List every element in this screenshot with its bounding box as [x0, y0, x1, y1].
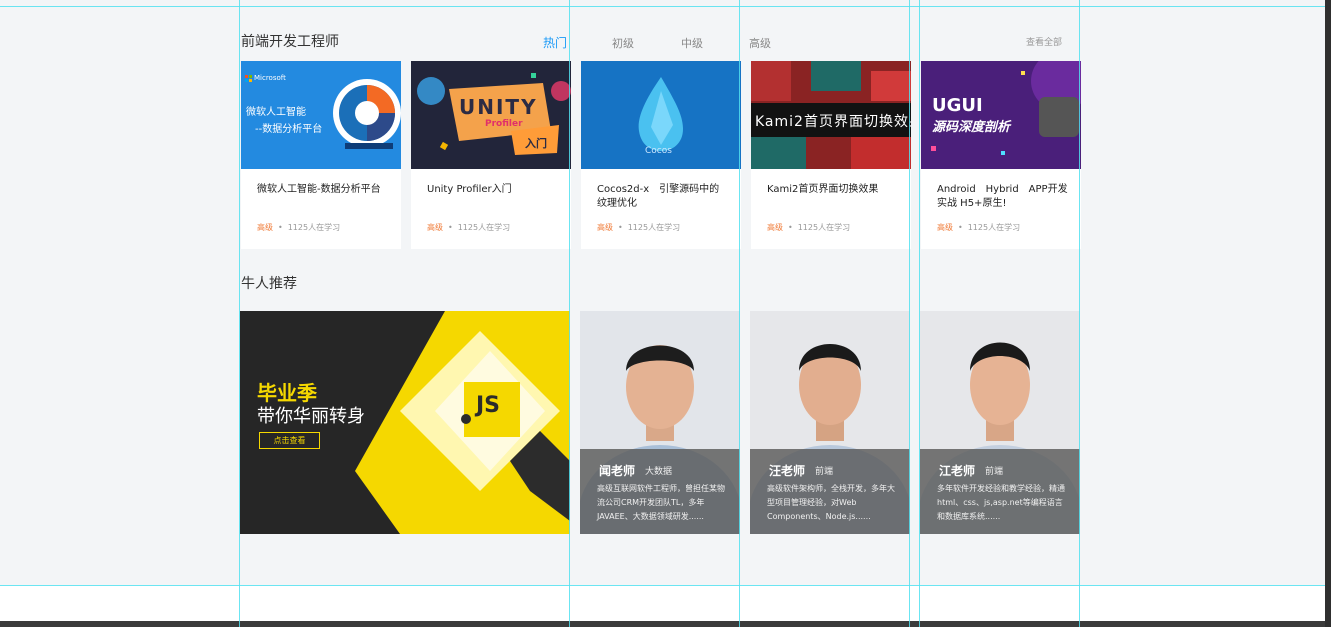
thumb-text: Cocos	[645, 146, 672, 156]
thumb-line2: 源码深度剖析	[932, 120, 1011, 135]
guide-line	[239, 0, 240, 627]
teacher-desc: 多年软件开发经验和教学经验，精通html、css、js,asp.net等编程语言…	[937, 484, 1065, 521]
teacher-tag: 前端	[815, 467, 834, 477]
course-card[interactable]: Cocos Cocos2d-x 引擎源码中的纹理优化 高级 • 1125人在学习	[581, 61, 741, 249]
teacher-desc: 高级软件架构师，全栈开发，多年大型项目管理经验，对Web Components、…	[767, 484, 895, 521]
guide-line	[909, 0, 910, 627]
course-thumbnail[interactable]: Cocos	[581, 61, 741, 169]
course-card[interactable]: Kami2首页界面切换效果 Kami2首页界面切换效果 高级 • 1125人在学习	[751, 61, 911, 249]
course-students: 1125人在学习	[627, 223, 681, 232]
filter-hot[interactable]: 热门	[543, 34, 567, 51]
course-level: 高级	[767, 223, 783, 232]
teacher-card[interactable]: 汪老师 前端 高级软件架构师，全栈开发，多年大型项目管理经验，对Web Comp…	[750, 311, 910, 534]
teacher-card[interactable]: 江老师 前端 多年软件开发经验和教学经验，精通html、css、js,asp.n…	[920, 311, 1080, 534]
teacher-name: 汪老师	[769, 464, 806, 478]
guide-line	[1079, 0, 1080, 627]
course-thumbnail[interactable]: Kami2首页界面切换效果	[751, 61, 911, 169]
section-title-recommend: 牛人推荐	[241, 276, 297, 292]
guide-line	[919, 0, 920, 627]
course-card[interactable]: UGUI 源码深度剖析 Android Hybrid APP开发实战 H5+原生…	[921, 61, 1081, 249]
teacher-info: 汪老师 前端 高级软件架构师，全栈开发，多年大型项目管理经验，对Web Comp…	[750, 449, 910, 534]
course-title[interactable]: 微软人工智能-数据分析平台	[257, 183, 389, 197]
window-edge	[1325, 0, 1331, 627]
teacher-card[interactable]: 闻老师 大数据 高级互联网软件工程师，曾担任某物流公司CRM开发团队TL，多年J…	[580, 311, 740, 534]
thumb-line1: UGUI	[932, 95, 983, 116]
section-title-frontend: 前端开发工程师	[241, 34, 339, 50]
teacher-info: 江老师 前端 多年软件开发经验和教学经验，精通html、css、js,asp.n…	[920, 449, 1080, 534]
teacher-name: 闻老师	[599, 464, 636, 478]
thumb-sub: Profiler	[485, 119, 523, 129]
view-all-link[interactable]: 查看全部	[1026, 35, 1062, 48]
course-meta: 高级 • 1125人在学习	[257, 223, 341, 232]
guide-line	[739, 0, 740, 627]
course-level: 高级	[937, 223, 953, 232]
course-level: 高级	[257, 223, 273, 232]
promo-banner[interactable]: 毕业季 带你华丽转身 点击查看 JS	[240, 311, 570, 534]
thumb-line1: 微软人工智能	[246, 107, 306, 118]
js-badge: JS	[476, 393, 501, 418]
course-students: 1125人在学习	[967, 223, 1021, 232]
guide-line	[0, 6, 1331, 7]
course-title[interactable]: Cocos2d-x 引擎源码中的纹理优化	[597, 183, 729, 211]
course-level: 高级	[427, 223, 443, 232]
course-title[interactable]: Unity Profiler入门	[427, 183, 559, 197]
filter-intermediate[interactable]: 中级	[681, 35, 703, 51]
course-thumbnail[interactable]: UGUI 源码深度剖析	[921, 61, 1081, 169]
thumb-line2: --数据分析平台	[255, 124, 323, 135]
thumb-text: UNITY	[459, 95, 538, 119]
course-students: 1125人在学习	[457, 223, 511, 232]
course-title[interactable]: Kami2首页界面切换效果	[767, 183, 899, 197]
teacher-tag: 大数据	[645, 467, 673, 477]
course-meta: 高级 • 1125人在学习	[597, 223, 681, 232]
course-level: 高级	[597, 223, 613, 232]
thumb-brand: Microsoft	[254, 74, 286, 82]
teacher-name: 江老师	[939, 464, 976, 478]
teacher-desc: 高级互联网软件工程师，曾担任某物流公司CRM开发团队TL，多年JAVAEE、大数…	[597, 484, 725, 521]
course-card[interactable]: UNITY Profiler 入门 Unity Profiler入门 高级 • 11…	[411, 61, 571, 249]
course-students: 1125人在学习	[287, 223, 341, 232]
promo-view-button[interactable]: 点击查看	[259, 432, 320, 449]
course-thumbnail[interactable]: UNITY Profiler 入门	[411, 61, 571, 169]
teacher-info: 闻老师 大数据 高级互联网软件工程师，曾担任某物流公司CRM开发团队TL，多年J…	[580, 449, 740, 534]
thumb-text: Kami2首页界面切换效果	[755, 114, 911, 130]
course-meta: 高级 • 1125人在学习	[427, 223, 511, 232]
course-thumbnail[interactable]: Microsoft 微软人工智能 --数据分析平台	[241, 61, 401, 169]
course-meta: 高级 • 1125人在学习	[937, 223, 1021, 232]
guide-line	[0, 585, 1331, 586]
filter-advanced[interactable]: 高级	[749, 35, 771, 51]
course-students: 1125人在学习	[797, 223, 851, 232]
thumb-tag: 入门	[525, 137, 547, 150]
course-meta: 高级 • 1125人在学习	[767, 223, 851, 232]
course-card[interactable]: Microsoft 微软人工智能 --数据分析平台 微软人工智能-数据分析平台 …	[241, 61, 401, 249]
filter-beginner[interactable]: 初级	[612, 35, 634, 51]
promo-line2: 带你华丽转身	[257, 406, 365, 427]
course-title[interactable]: Android Hybrid APP开发实战 H5+原生!	[937, 183, 1069, 211]
bottom-bar	[0, 621, 1331, 627]
teacher-tag: 前端	[985, 467, 1004, 477]
guide-line	[569, 0, 570, 627]
